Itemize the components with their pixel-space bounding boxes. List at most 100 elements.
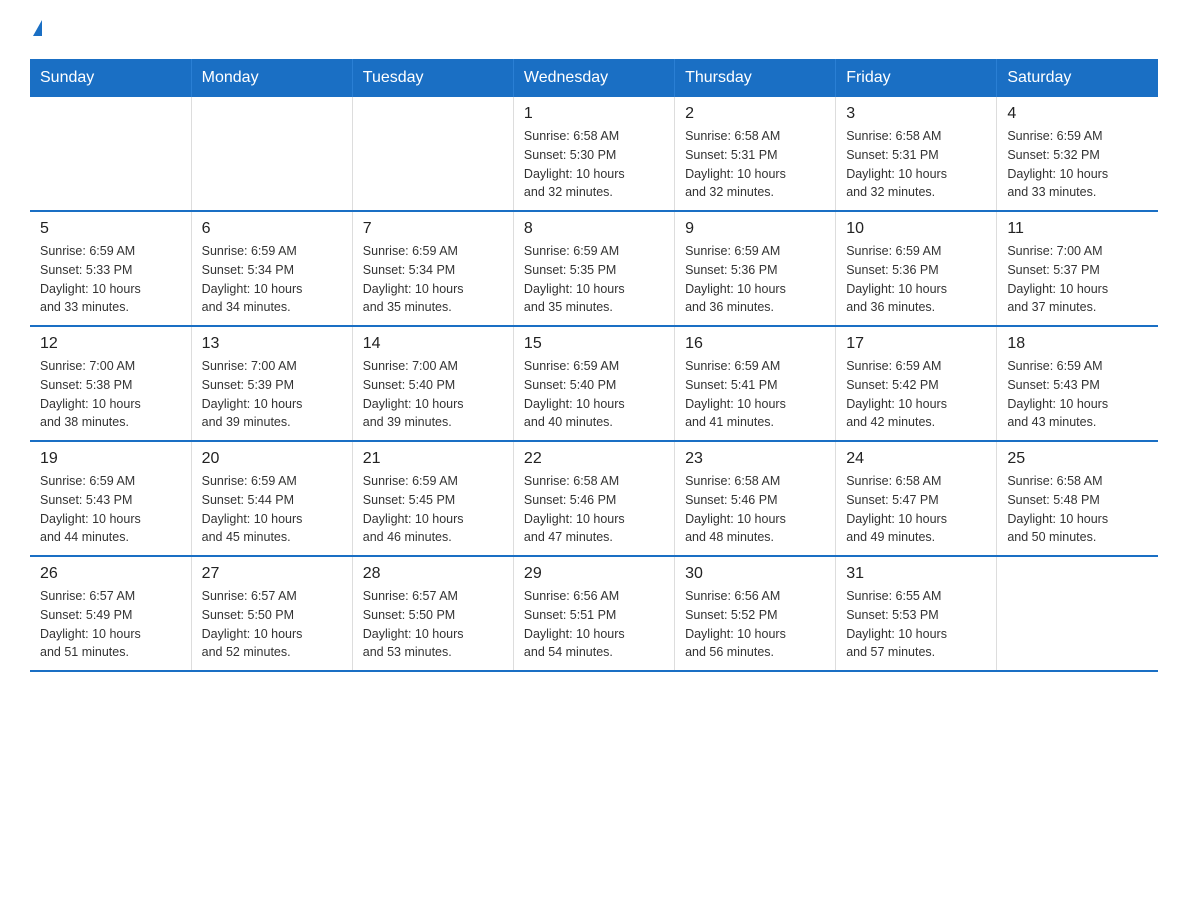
day-info: Sunrise: 6:57 AM Sunset: 5:50 PM Dayligh… [363,587,503,662]
day-of-week-header: Friday [836,59,997,97]
day-number: 24 [846,450,986,468]
day-info: Sunrise: 6:59 AM Sunset: 5:36 PM Dayligh… [846,242,986,317]
calendar-day-cell: 15 Sunrise: 6:59 AM Sunset: 5:40 PM Dayli… [513,326,674,441]
calendar-week-row: 12 Sunrise: 7:00 AM Sunset: 5:38 PM Dayli… [30,326,1158,441]
calendar-day-cell: 9Sunrise: 6:59 AM Sunset: 5:36 PM Daylig… [675,211,836,326]
day-number: 15 [524,335,664,353]
calendar-day-cell: 10 Sunrise: 6:59 AM Sunset: 5:36 PM Dayli… [836,211,997,326]
day-info: Sunrise: 6:58 AM Sunset: 5:30 PM Dayligh… [524,127,664,202]
day-info: Sunrise: 7:00 AM Sunset: 5:39 PM Dayligh… [202,357,342,432]
calendar-day-cell: 8 Sunrise: 6:59 AM Sunset: 5:35 PM Daylig… [513,211,674,326]
day-info: Sunrise: 6:59 AM Sunset: 5:35 PM Dayligh… [524,242,664,317]
day-number: 29 [524,565,664,583]
day-info: Sunrise: 6:55 AM Sunset: 5:53 PM Dayligh… [846,587,986,662]
day-number: 18 [1007,335,1148,353]
calendar-day-cell: 26 Sunrise: 6:57 AM Sunset: 5:49 PM Dayli… [30,556,191,671]
calendar-day-cell: 12 Sunrise: 7:00 AM Sunset: 5:38 PM Dayli… [30,326,191,441]
day-info: Sunrise: 6:59 AM Sunset: 5:42 PM Dayligh… [846,357,986,432]
day-of-week-header: Wednesday [513,59,674,97]
calendar-day-cell: 13Sunrise: 7:00 AM Sunset: 5:39 PM Dayli… [191,326,352,441]
day-number: 30 [685,565,825,583]
day-number: 10 [846,220,986,238]
day-of-week-header: Tuesday [352,59,513,97]
calendar-table: SundayMondayTuesdayWednesdayThursdayFrid… [30,59,1158,672]
day-info: Sunrise: 6:59 AM Sunset: 5:32 PM Dayligh… [1007,127,1148,202]
calendar-day-cell: 24 Sunrise: 6:58 AM Sunset: 5:47 PM Dayli… [836,441,997,556]
day-of-week-header: Thursday [675,59,836,97]
day-info: Sunrise: 6:59 AM Sunset: 5:41 PM Dayligh… [685,357,825,432]
day-number: 26 [40,565,181,583]
calendar-day-cell: 5 Sunrise: 6:59 AM Sunset: 5:33 PM Daylig… [30,211,191,326]
day-info: Sunrise: 6:58 AM Sunset: 5:46 PM Dayligh… [524,472,664,547]
calendar-week-row: 5 Sunrise: 6:59 AM Sunset: 5:33 PM Daylig… [30,211,1158,326]
calendar-day-cell: 11 Sunrise: 7:00 AM Sunset: 5:37 PM Dayli… [997,211,1158,326]
day-number: 17 [846,335,986,353]
calendar-day-cell: 2 Sunrise: 6:58 AM Sunset: 5:31 PM Daylig… [675,97,836,211]
calendar-week-row: 1Sunrise: 6:58 AM Sunset: 5:30 PM Daylig… [30,97,1158,211]
calendar-day-cell: 27 Sunrise: 6:57 AM Sunset: 5:50 PM Dayli… [191,556,352,671]
day-info: Sunrise: 6:56 AM Sunset: 5:52 PM Dayligh… [685,587,825,662]
day-info: Sunrise: 7:00 AM Sunset: 5:40 PM Dayligh… [363,357,503,432]
page-header [30,20,1158,39]
day-number: 27 [202,565,342,583]
calendar-day-cell: 22 Sunrise: 6:58 AM Sunset: 5:46 PM Dayli… [513,441,674,556]
day-number: 19 [40,450,181,468]
logo-triangle-icon [33,20,42,36]
day-info: Sunrise: 6:58 AM Sunset: 5:47 PM Dayligh… [846,472,986,547]
day-info: Sunrise: 6:59 AM Sunset: 5:45 PM Dayligh… [363,472,503,547]
day-number: 25 [1007,450,1148,468]
day-info: Sunrise: 6:58 AM Sunset: 5:31 PM Dayligh… [685,127,825,202]
calendar-day-cell: 28 Sunrise: 6:57 AM Sunset: 5:50 PM Dayli… [352,556,513,671]
day-info: Sunrise: 6:59 AM Sunset: 5:33 PM Dayligh… [40,242,181,317]
calendar-day-cell: 19Sunrise: 6:59 AM Sunset: 5:43 PM Dayli… [30,441,191,556]
day-number: 7 [363,220,503,238]
day-info: Sunrise: 7:00 AM Sunset: 5:38 PM Dayligh… [40,357,181,432]
calendar-day-cell: 21Sunrise: 6:59 AM Sunset: 5:45 PM Dayli… [352,441,513,556]
calendar-day-cell: 20 Sunrise: 6:59 AM Sunset: 5:44 PM Dayli… [191,441,352,556]
calendar-day-cell [352,97,513,211]
day-number: 20 [202,450,342,468]
day-number: 16 [685,335,825,353]
calendar-week-row: 19Sunrise: 6:59 AM Sunset: 5:43 PM Dayli… [30,441,1158,556]
calendar-day-cell: 31 Sunrise: 6:55 AM Sunset: 5:53 PM Dayli… [836,556,997,671]
day-info: Sunrise: 6:57 AM Sunset: 5:49 PM Dayligh… [40,587,181,662]
day-info: Sunrise: 6:59 AM Sunset: 5:40 PM Dayligh… [524,357,664,432]
day-number: 22 [524,450,664,468]
day-number: 6 [202,220,342,238]
day-number: 14 [363,335,503,353]
day-info: Sunrise: 6:57 AM Sunset: 5:50 PM Dayligh… [202,587,342,662]
day-number: 5 [40,220,181,238]
day-info: Sunrise: 6:59 AM Sunset: 5:34 PM Dayligh… [363,242,503,317]
day-number: 2 [685,105,825,123]
day-number: 9 [685,220,825,238]
day-of-week-header: Saturday [997,59,1158,97]
calendar-day-cell: 1Sunrise: 6:58 AM Sunset: 5:30 PM Daylig… [513,97,674,211]
calendar-day-cell: 14 Sunrise: 7:00 AM Sunset: 5:40 PM Dayli… [352,326,513,441]
calendar-day-cell [30,97,191,211]
calendar-day-cell [997,556,1158,671]
day-number: 31 [846,565,986,583]
day-number: 3 [846,105,986,123]
calendar-day-cell: 25 Sunrise: 6:58 AM Sunset: 5:48 PM Dayli… [997,441,1158,556]
day-info: Sunrise: 6:59 AM Sunset: 5:44 PM Dayligh… [202,472,342,547]
day-number: 12 [40,335,181,353]
day-number: 28 [363,565,503,583]
calendar-day-cell: 3 Sunrise: 6:58 AM Sunset: 5:31 PM Daylig… [836,97,997,211]
day-number: 11 [1007,220,1148,238]
calendar-week-row: 26 Sunrise: 6:57 AM Sunset: 5:49 PM Dayli… [30,556,1158,671]
calendar-day-cell: 7 Sunrise: 6:59 AM Sunset: 5:34 PM Daylig… [352,211,513,326]
day-number: 8 [524,220,664,238]
calendar-day-cell: 6Sunrise: 6:59 AM Sunset: 5:34 PM Daylig… [191,211,352,326]
day-number: 4 [1007,105,1148,123]
calendar-day-cell: 29 Sunrise: 6:56 AM Sunset: 5:51 PM Dayli… [513,556,674,671]
calendar-header-row: SundayMondayTuesdayWednesdayThursdayFrid… [30,59,1158,97]
calendar-day-cell: 16 Sunrise: 6:59 AM Sunset: 5:41 PM Dayli… [675,326,836,441]
day-of-week-header: Sunday [30,59,191,97]
day-info: Sunrise: 6:56 AM Sunset: 5:51 PM Dayligh… [524,587,664,662]
day-info: Sunrise: 6:58 AM Sunset: 5:31 PM Dayligh… [846,127,986,202]
day-info: Sunrise: 6:58 AM Sunset: 5:46 PM Dayligh… [685,472,825,547]
day-of-week-header: Monday [191,59,352,97]
day-info: Sunrise: 6:58 AM Sunset: 5:48 PM Dayligh… [1007,472,1148,547]
day-info: Sunrise: 7:00 AM Sunset: 5:37 PM Dayligh… [1007,242,1148,317]
calendar-day-cell: 17 Sunrise: 6:59 AM Sunset: 5:42 PM Dayli… [836,326,997,441]
